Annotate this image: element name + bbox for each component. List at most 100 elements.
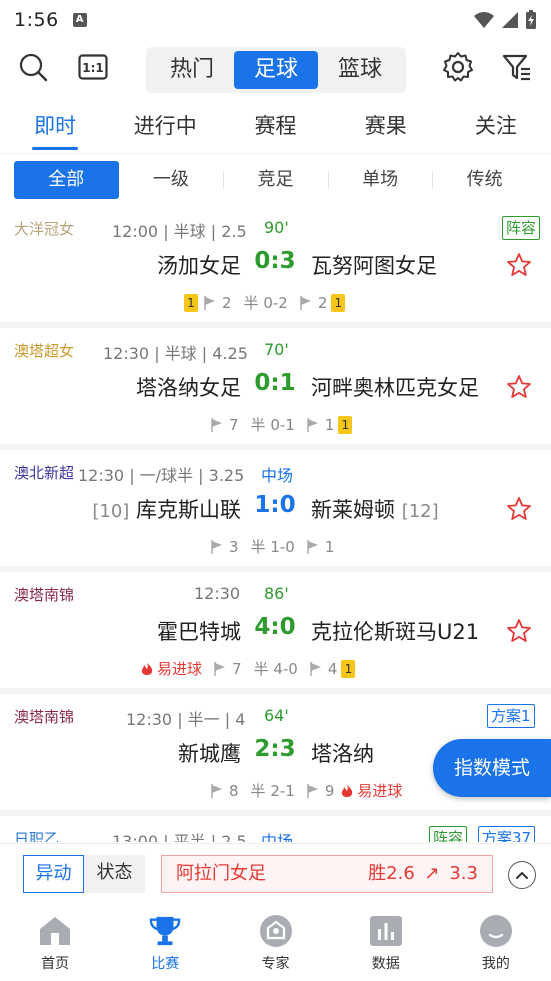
arrow-up-right-icon: ↗: [424, 863, 440, 884]
nav-profile[interactable]: 我的: [441, 902, 551, 981]
league-name: 澳塔超女: [14, 342, 75, 360]
league-name: 澳塔南锦: [14, 708, 75, 726]
match-row[interactable]: 大洋冠女 12:00 | 半球 | 2.5 90' 阵容 汤加女足 0:3 瓦努…: [0, 206, 551, 322]
match-score: 0:1: [254, 370, 296, 396]
corner-flag-icon: [307, 539, 318, 554]
lineup-tag[interactable]: 阵容: [502, 216, 541, 240]
sport-segment: 热门 足球 篮球: [146, 47, 406, 93]
half-score: 半 2-1: [250, 782, 295, 800]
star-icon[interactable]: [506, 618, 532, 644]
segment-basketball[interactable]: 篮球: [318, 51, 402, 89]
match-row[interactable]: 澳北新超 12:30 | 一/球半 | 3.25 中场 [10] 库克斯山联 1…: [0, 450, 551, 566]
ticker-state-button[interactable]: 状态: [84, 855, 145, 893]
match-score: 4:0: [254, 614, 296, 640]
match-score: 0:3: [254, 248, 296, 274]
home-team: 霍巴特城: [157, 620, 241, 644]
home-rank: [10]: [92, 501, 130, 522]
filter-all[interactable]: 全部: [14, 160, 119, 199]
match-minute: 90': [264, 218, 289, 237]
notification-a-icon: A: [72, 13, 87, 27]
segment-football[interactable]: 足球: [234, 51, 318, 89]
match-row[interactable]: 澳塔南锦 12:30 86' 霍巴特城 4:0 克拉伦斯斑马U21 易进球 7 …: [0, 572, 551, 688]
match-stats: 7 半 0-1 1 1: [211, 414, 353, 435]
alert-odds: 胜2.6 ↗ 3.3: [368, 863, 478, 884]
bottom-nav: 首页 比赛 专家 数据 我的: [0, 902, 551, 981]
away-team: 瓦努阿图女足: [311, 254, 437, 278]
alert-team: 阿拉门女足: [176, 863, 266, 884]
tab-in-progress[interactable]: 进行中: [110, 104, 220, 152]
filter-jingzu[interactable]: 竞足: [223, 161, 328, 199]
fire-icon: [141, 661, 153, 675]
match-time: 12:30 | 半球 | 4.25: [103, 344, 248, 363]
match-score: 2:3: [254, 736, 296, 762]
lineup-tag[interactable]: 阵容: [429, 826, 468, 842]
match-stats: 1 2 半 0-2 2 1: [184, 292, 346, 313]
half-score: 半 4-0: [253, 660, 298, 678]
corner-flag-icon: [211, 417, 222, 432]
tab-following[interactable]: 关注: [441, 104, 551, 152]
match-time: 12:30 | 半一 | 4: [126, 710, 246, 729]
expert-icon: [259, 914, 293, 948]
away-team: 河畔奥林匹克女足: [311, 376, 479, 400]
filter-single[interactable]: 单场: [327, 161, 433, 199]
status-bar: 1:56 A: [0, 0, 551, 40]
nav-experts[interactable]: 专家: [220, 902, 330, 981]
corner-flag-icon: [204, 295, 215, 310]
league-name: 日职乙: [14, 830, 60, 842]
home-team: 塔洛纳女足: [136, 376, 241, 400]
yellow-card: 1: [331, 293, 346, 312]
main-tabs: 即时 进行中 赛程 赛果 关注: [0, 104, 551, 152]
star-icon[interactable]: [506, 374, 532, 400]
easy-goal-badge: 易进球: [340, 780, 402, 801]
half-score: 半 1-0: [250, 538, 295, 556]
star-icon[interactable]: [506, 252, 532, 278]
odds-alert[interactable]: 阿拉门女足 胜2.6 ↗ 3.3: [161, 855, 493, 893]
chevron-up-icon[interactable]: [508, 861, 536, 889]
away-team: 克拉伦斯斑马U21: [311, 620, 480, 644]
match-minute: 70': [264, 340, 289, 359]
corner-flag-icon: [211, 783, 222, 798]
segment-hot[interactable]: 热门: [150, 51, 234, 89]
match-stats: 8 半 2-1 9 易进球: [211, 780, 402, 801]
easy-goal-badge: 易进球: [140, 658, 202, 679]
fire-icon: [342, 783, 353, 797]
match-row[interactable]: 日职乙 13:00 | 平半 | 2.5 中场 阵容 方案37: [0, 816, 551, 842]
yellow-card: 1: [184, 293, 198, 312]
nav-matches[interactable]: 比赛: [110, 902, 220, 981]
ticker-change-button[interactable]: 异动: [23, 855, 84, 893]
trophy-icon: [148, 914, 182, 948]
plan-tag[interactable]: 方案37: [478, 826, 536, 842]
match-minute: 86': [264, 584, 289, 603]
match-time: 12:30: [194, 584, 241, 603]
half-score: 半 0-1: [250, 416, 295, 434]
tab-results[interactable]: 赛果: [331, 104, 441, 152]
bar-chart-icon: [369, 914, 403, 948]
star-icon[interactable]: [506, 496, 532, 522]
home-team: [10] 库克斯山联: [92, 498, 241, 522]
match-time: 13:00 | 平半 | 2.5: [112, 832, 247, 842]
match-time: 12:00 | 半球 | 2.5: [112, 222, 247, 241]
tab-schedule[interactable]: 赛程: [220, 104, 330, 152]
top-header: 1:1 热门 足球 篮球: [0, 40, 551, 102]
nav-data[interactable]: 数据: [331, 902, 441, 981]
gear-icon[interactable]: [441, 50, 475, 84]
status-icons: [473, 10, 537, 30]
scoreboard-icon[interactable]: 1:1: [76, 50, 110, 84]
corner-flag-icon: [300, 295, 311, 310]
tab-live[interactable]: 即时: [0, 104, 110, 152]
match-minute: 64': [264, 706, 289, 725]
battery-icon: [526, 10, 536, 29]
filter-level1[interactable]: 一级: [119, 161, 224, 199]
index-mode-button[interactable]: 指数模式: [433, 739, 551, 797]
match-row[interactable]: 澳塔超女 12:30 | 半球 | 4.25 70' 塔洛纳女足 0:1 河畔奥…: [0, 328, 551, 444]
search-icon[interactable]: [16, 50, 50, 84]
signal-icon: [502, 12, 518, 28]
corner-flag-icon: [211, 539, 222, 554]
nav-home[interactable]: 首页: [0, 902, 110, 981]
filter-bar: 全部 一级 竞足 单场 传统: [0, 153, 551, 205]
plan-tag[interactable]: 方案1: [487, 704, 535, 728]
filter-icon[interactable]: [500, 50, 534, 84]
wifi-icon: [474, 12, 494, 28]
filter-traditional[interactable]: 传统: [432, 161, 537, 199]
corner-flag-icon: [310, 661, 321, 676]
